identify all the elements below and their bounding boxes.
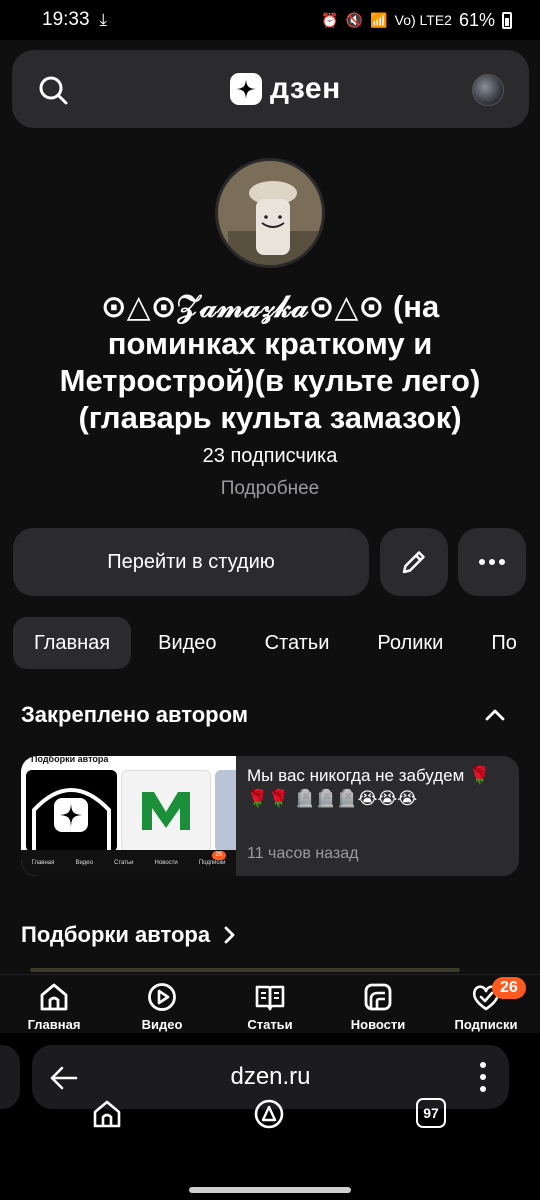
user-avatar[interactable]	[472, 74, 504, 106]
news-icon	[364, 983, 392, 1011]
status-time: 19:33	[42, 9, 90, 30]
kebab-menu-icon[interactable]	[479, 1061, 487, 1093]
battery-percent: 61%	[458, 9, 495, 30]
ellipsis-icon	[479, 559, 505, 565]
mute-icon: 🔇	[345, 11, 364, 28]
tab-video[interactable]: Видео	[137, 617, 237, 669]
post-text: Мы вас никогда не забудем 🌹🌹🌹 🪦🪦🪦😭😭😭	[247, 766, 491, 808]
post-thumbnail: Подборки автора Главная Видео Статьи Нов…	[21, 756, 236, 876]
status-icons: ⏰ 🔇 📶 Vo) LTE2 61%	[321, 10, 512, 31]
edit-button[interactable]	[380, 528, 448, 596]
video-icon	[148, 983, 176, 1011]
assistant-icon[interactable]	[253, 1098, 285, 1130]
thumb-nav-video: Видео	[75, 860, 93, 866]
collections-heading[interactable]: Подборки автора	[21, 922, 240, 948]
thumb-title: Подборки автора	[31, 756, 109, 764]
download-icon: ⤓	[99, 10, 108, 29]
bottom-nav: Главная Видео Статьи Новости Подписки 26	[0, 974, 540, 1033]
more-options-button[interactable]	[458, 528, 526, 596]
chevron-up-icon[interactable]	[482, 702, 508, 728]
channel-tabs: Главная Видео Статьи Ролики По	[13, 617, 540, 669]
post-time: 11 часов назад	[247, 845, 359, 862]
pinned-heading: Закреплено автором	[21, 702, 249, 727]
nav-news[interactable]: Новости	[324, 975, 432, 1033]
nav-articles[interactable]: Статьи	[216, 975, 324, 1033]
thumb-tile-metro	[121, 770, 211, 852]
channel-avatar	[215, 158, 325, 268]
dzen-app: дзен ⊙△⊙𝒵𝒶𝓂𝒶𝓏𝓀𝒶⊙△⊙ (на поминках краткому…	[0, 40, 540, 1033]
logo-text: дзен	[270, 72, 341, 105]
home-icon	[40, 983, 68, 1011]
tab-main[interactable]: Главная	[13, 617, 132, 669]
tab-articles[interactable]: Статьи	[244, 617, 351, 669]
gesture-bar[interactable]	[189, 1187, 351, 1193]
channel-title: ⊙△⊙𝒵𝒶𝓂𝒶𝓏𝓀𝒶⊙△⊙ (на поминках краткому и Ме…	[59, 289, 481, 435]
nav-subscriptions[interactable]: Подписки 26	[432, 975, 540, 1033]
pinned-post-card[interactable]: Подборки автора Главная Видео Статьи Нов…	[21, 756, 519, 876]
network-label: Vo) LTE2	[394, 12, 452, 28]
subscriber-count: 23 подписчика	[202, 445, 338, 467]
more-link[interactable]: Подробнее	[0, 478, 540, 500]
dzen-star-icon	[230, 73, 262, 105]
nav-video[interactable]: Видео	[108, 975, 216, 1033]
thumb-nav-subs: Подписки	[198, 860, 226, 866]
tab-shorts[interactable]: Ролики	[356, 617, 464, 669]
nav-articles-label: Статьи	[247, 1017, 293, 1032]
thumb-tile-photo	[215, 770, 236, 852]
nav-main[interactable]: Главная	[0, 975, 108, 1033]
browser-home-icon[interactable]	[91, 1098, 123, 1130]
thumb-nav-articles: Статьи	[114, 860, 134, 866]
pencil-icon	[402, 551, 425, 574]
tabs-counter-button[interactable]: 97	[416, 1098, 446, 1128]
thumb-nav-news: Новости	[154, 860, 178, 866]
tab-more[interactable]: По	[470, 617, 538, 669]
collections-preview-strip	[30, 968, 460, 972]
thumb-nav-main: Главная	[31, 860, 55, 866]
alarm-icon: ⏰	[321, 11, 339, 28]
nav-news-label: Новости	[350, 1017, 406, 1032]
dzen-logo[interactable]: дзен	[230, 72, 341, 106]
nav-subscriptions-label: Подписки	[454, 1017, 518, 1032]
battery-icon	[502, 11, 512, 29]
thumb-mini-nav: Главная Видео Статьи Новости Подписки	[21, 850, 236, 876]
thumb-badge: 26	[212, 851, 226, 860]
top-bar: дзен	[12, 50, 529, 128]
collections-heading-text: Подборки автора	[21, 922, 211, 947]
nav-main-label: Главная	[27, 1017, 81, 1032]
subscriptions-badge: 26	[492, 977, 526, 999]
thumb-tile-logo	[26, 770, 117, 852]
wifi-icon: 📶	[370, 11, 388, 28]
studio-button[interactable]: Перейти в студию	[13, 528, 369, 596]
system-nav: 97	[0, 1098, 540, 1170]
nav-video-label: Видео	[141, 1017, 183, 1032]
chevron-right-icon	[224, 926, 235, 944]
articles-icon	[255, 985, 285, 1011]
url-text[interactable]: dzen.ru	[32, 1063, 509, 1091]
status-bar: 19:33 ⤓ ⏰ 🔇 📶 Vo) LTE2 61%	[0, 0, 540, 40]
avatar-figure-icon	[218, 161, 322, 265]
search-icon[interactable]	[38, 75, 68, 105]
